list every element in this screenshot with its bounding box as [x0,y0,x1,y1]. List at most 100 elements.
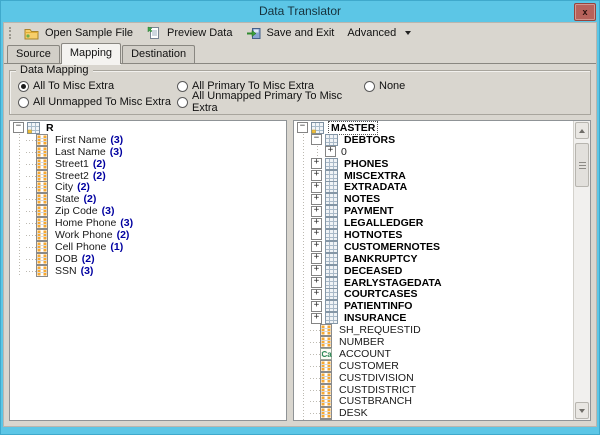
tree-node-master[interactable]: −MASTER [296,122,573,134]
toolbar-button-open-sample-file[interactable]: Open Sample File [20,25,140,41]
tree-indent-line [296,277,310,289]
tree-indent-line [296,217,310,229]
radio-none[interactable]: None [364,80,405,92]
radio-button-icon [18,81,29,92]
tree-node-custbranch[interactable]: CUSTBRANCH [296,395,573,407]
radio-all-unmapped-to-misc-extra[interactable]: All Unmapped To Misc Extra [18,96,177,108]
tree-node-debtors[interactable]: −DEBTORS [296,134,573,146]
toolbar-button-save-and-exit[interactable]: Save and Exit [241,25,341,41]
tree-indent-line [296,253,310,265]
tree-node-label: DOB [53,253,80,265]
tree-node-desk[interactable]: DESK [296,407,573,419]
tree-node-phones[interactable]: +PHONES [296,158,573,170]
expand-icon[interactable]: + [311,277,322,288]
tree-node-label: Cell Phone [53,241,108,253]
tree-node-miscextra[interactable]: +MISCEXTRA [296,170,573,182]
expand-icon[interactable]: + [311,194,322,205]
tree-node-label: NUMBER [337,336,387,348]
radio-button-icon [364,81,375,92]
tree-node-work-phone[interactable]: Work Phone(2) [12,229,286,241]
tree-node-label: LEGALLEDGER [342,217,425,229]
expand-icon[interactable]: + [311,158,322,169]
tree-node-state[interactable]: State(2) [12,193,286,205]
tree-node-street1[interactable]: Street1(2) [12,158,286,170]
tree-node-desk1[interactable]: DESK1 [296,419,573,421]
radio-label: All To Misc Extra [33,80,114,92]
scroll-down-button[interactable] [575,402,589,419]
collapse-icon[interactable]: − [297,122,308,133]
tree-node-hotnotes[interactable]: +HOTNOTES [296,229,573,241]
tree-node-patientinfo[interactable]: +PATIENTINFO [296,300,573,312]
tree-connector-line [310,324,320,336]
tab-mapping[interactable]: Mapping [61,43,121,64]
tree-node-label: 0 [339,146,349,158]
radio-selected-dot [21,84,26,89]
expand-icon[interactable]: + [311,313,322,324]
tree-node-extradata[interactable]: +EXTRADATA [296,181,573,193]
toolbar-button-label: Open Sample File [45,27,133,39]
field-icon [36,170,49,182]
expand-icon[interactable]: + [311,289,322,300]
tree-connector-line [26,205,36,217]
expand-icon[interactable]: + [311,241,322,252]
expand-icon[interactable]: + [311,229,322,240]
tree-connector-line [26,265,36,277]
tree-node-account[interactable]: CaACCOUNT [296,348,573,360]
expand-icon[interactable]: + [311,170,322,181]
tree-node-custdistrict[interactable]: CUSTDISTRICT [296,384,573,396]
close-button[interactable]: x [574,3,596,21]
tree-node-earlystagedata[interactable]: +EARLYSTAGEDATA [296,277,573,289]
expand-icon[interactable]: + [311,301,322,312]
tree-node-customernotes[interactable]: + CUSTOMERNOTES [296,241,573,253]
tree-node-legalledger[interactable]: + LEGALLEDGER [296,217,573,229]
tree-node-custdivision[interactable]: CUSTDIVISION [296,372,573,384]
tree-node-0[interactable]: +0 [296,146,573,158]
tree-node-zip-code[interactable]: Zip Code(3) [12,205,286,217]
collapse-icon[interactable]: − [311,134,322,145]
tree-node-insurance[interactable]: +INSURANCE [296,312,573,324]
destination-schema-tree[interactable]: −MASTER−DEBTORS+0+PHONES+MISCEXTRA+EXTRA… [293,120,591,421]
tree-node-customer[interactable]: CUSTOMER [296,360,573,372]
expand-icon[interactable]: + [311,253,322,264]
scrollbar-thumb[interactable] [575,143,589,187]
expand-icon[interactable]: + [311,218,322,229]
collapse-icon[interactable]: − [13,122,24,133]
tab-source[interactable]: Source [7,45,60,63]
toolbar-button-preview-data[interactable]: Preview Data [142,25,239,41]
source-fields-tree[interactable]: −RFirst Name(3)Last Name(3)Street1(2)Str… [9,120,287,421]
radio-all-unmapped-primary-to-misc-extra[interactable]: All Unmapped Primary To Misc Extra [177,90,364,114]
tab-strip: SourceMappingDestination [4,43,596,63]
tree-indent-line [12,193,26,205]
scroll-up-button[interactable] [575,122,589,139]
tree-node-last-name[interactable]: Last Name(3) [12,146,286,158]
toolbar-button-label: Preview Data [167,27,232,39]
vertical-scrollbar[interactable] [573,121,590,420]
expand-icon[interactable]: + [325,146,336,157]
tree-node-notes[interactable]: +NOTES [296,193,573,205]
tree-node-dob[interactable]: DOB(2) [12,253,286,265]
tree-indent-line [310,146,324,158]
toolbar-button-advanced[interactable]: Advanced [343,26,418,40]
tree-node-r[interactable]: −R [12,122,286,134]
tree-node-home-phone[interactable]: Home Phone(3) [12,217,286,229]
tree-node-cell-phone[interactable]: Cell Phone(1) [12,241,286,253]
tree-node-first-name[interactable]: First Name(3) [12,134,286,146]
tree-node-deceased[interactable]: +DECEASED [296,265,573,277]
tree-node-street2[interactable]: Street2(2) [12,170,286,182]
tree-node-ssn[interactable]: SSN(3) [12,265,286,277]
tree-node-label: CUSTOMERNOTES [342,241,442,253]
expand-icon[interactable]: + [311,206,322,217]
expand-icon[interactable]: + [311,182,322,193]
tree-node-city[interactable]: City(2) [12,181,286,193]
tree-node-bankruptcy[interactable]: +BANKRUPTCY [296,253,573,265]
expand-icon[interactable]: + [311,265,322,276]
radio-all-to-misc-extra[interactable]: All To Misc Extra [18,80,177,92]
tree-node-courtcases[interactable]: +COURTCASES [296,288,573,300]
tree-indent-line [296,134,310,146]
tab-destination[interactable]: Destination [122,45,195,63]
tree-node-sh-requestid[interactable]: SH_REQUESTID [296,324,573,336]
tree-node-payment[interactable]: +PAYMENT [296,205,573,217]
tree-connector-line [26,158,36,170]
tree-indent-line [296,372,310,384]
tree-node-number[interactable]: NUMBER [296,336,573,348]
